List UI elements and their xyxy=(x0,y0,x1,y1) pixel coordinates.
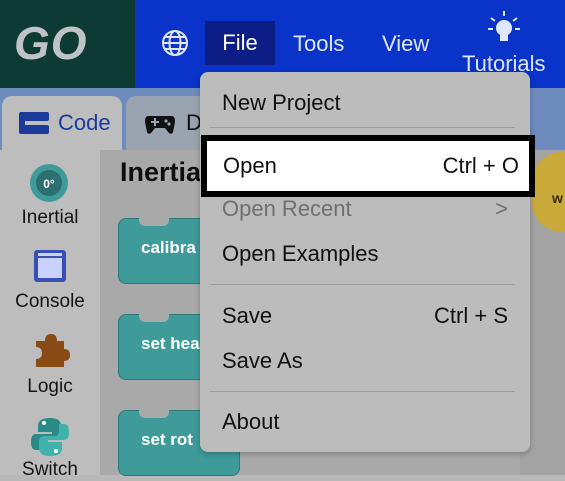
lightbulb-icon[interactable] xyxy=(486,10,522,46)
file-menu-dropdown: New Project Open Recent > Open Examples … xyxy=(200,72,530,452)
block-label: calibra xyxy=(141,238,196,257)
category-logic[interactable]: Logic xyxy=(0,376,100,398)
code-blocks-icon xyxy=(19,112,49,134)
menu-about[interactable]: About xyxy=(222,409,280,435)
tab-code[interactable]: Code xyxy=(2,96,122,152)
menu-file[interactable]: File xyxy=(205,21,275,65)
globe-icon[interactable] xyxy=(160,28,190,58)
open-recent-arrow: > xyxy=(495,196,508,221)
block-notch xyxy=(139,410,169,418)
event-block-label: w xyxy=(552,190,563,206)
menu-new-project[interactable]: New Project xyxy=(222,90,341,116)
flyout-title: Inertia xyxy=(120,157,202,187)
menu-open[interactable]: Open Ctrl + O xyxy=(201,135,535,197)
save-shortcut: Ctrl + S xyxy=(434,303,508,328)
menu-open-recent[interactable]: Open Recent xyxy=(222,196,352,222)
tab-code-label: Code xyxy=(58,110,111,135)
menu-save-as[interactable]: Save As xyxy=(222,348,303,374)
logo-text: GO xyxy=(14,17,88,69)
menu-file-label: File xyxy=(222,30,258,55)
menu-separator xyxy=(210,284,515,285)
menu-open-examples[interactable]: Open Examples xyxy=(222,241,379,267)
menu-separator xyxy=(210,391,515,392)
menu-tools[interactable]: Tools xyxy=(293,31,344,57)
menu-open-label: Open xyxy=(223,153,277,178)
block-notch xyxy=(139,314,169,322)
menu-separator xyxy=(210,127,515,128)
open-shortcut: Ctrl + O xyxy=(442,153,519,178)
category-inertial[interactable]: Inertial xyxy=(0,207,100,229)
python-icon[interactable] xyxy=(30,416,70,458)
puzzle-piece-icon[interactable] xyxy=(32,331,70,369)
logo: GO xyxy=(0,0,135,88)
svg-text:0°: 0° xyxy=(43,177,55,191)
category-switch[interactable]: Switch xyxy=(0,459,100,481)
block-label: set rot xyxy=(141,430,193,449)
menu-save[interactable]: Save xyxy=(222,303,272,329)
gamepad-icon xyxy=(145,116,175,134)
category-console[interactable]: Console xyxy=(0,291,100,313)
block-label: set hea xyxy=(141,334,200,353)
menu-view[interactable]: View xyxy=(382,31,429,57)
console-window-icon[interactable] xyxy=(32,248,68,284)
inertial-dial-icon[interactable]: 0° xyxy=(28,162,70,204)
block-notch xyxy=(139,218,169,226)
